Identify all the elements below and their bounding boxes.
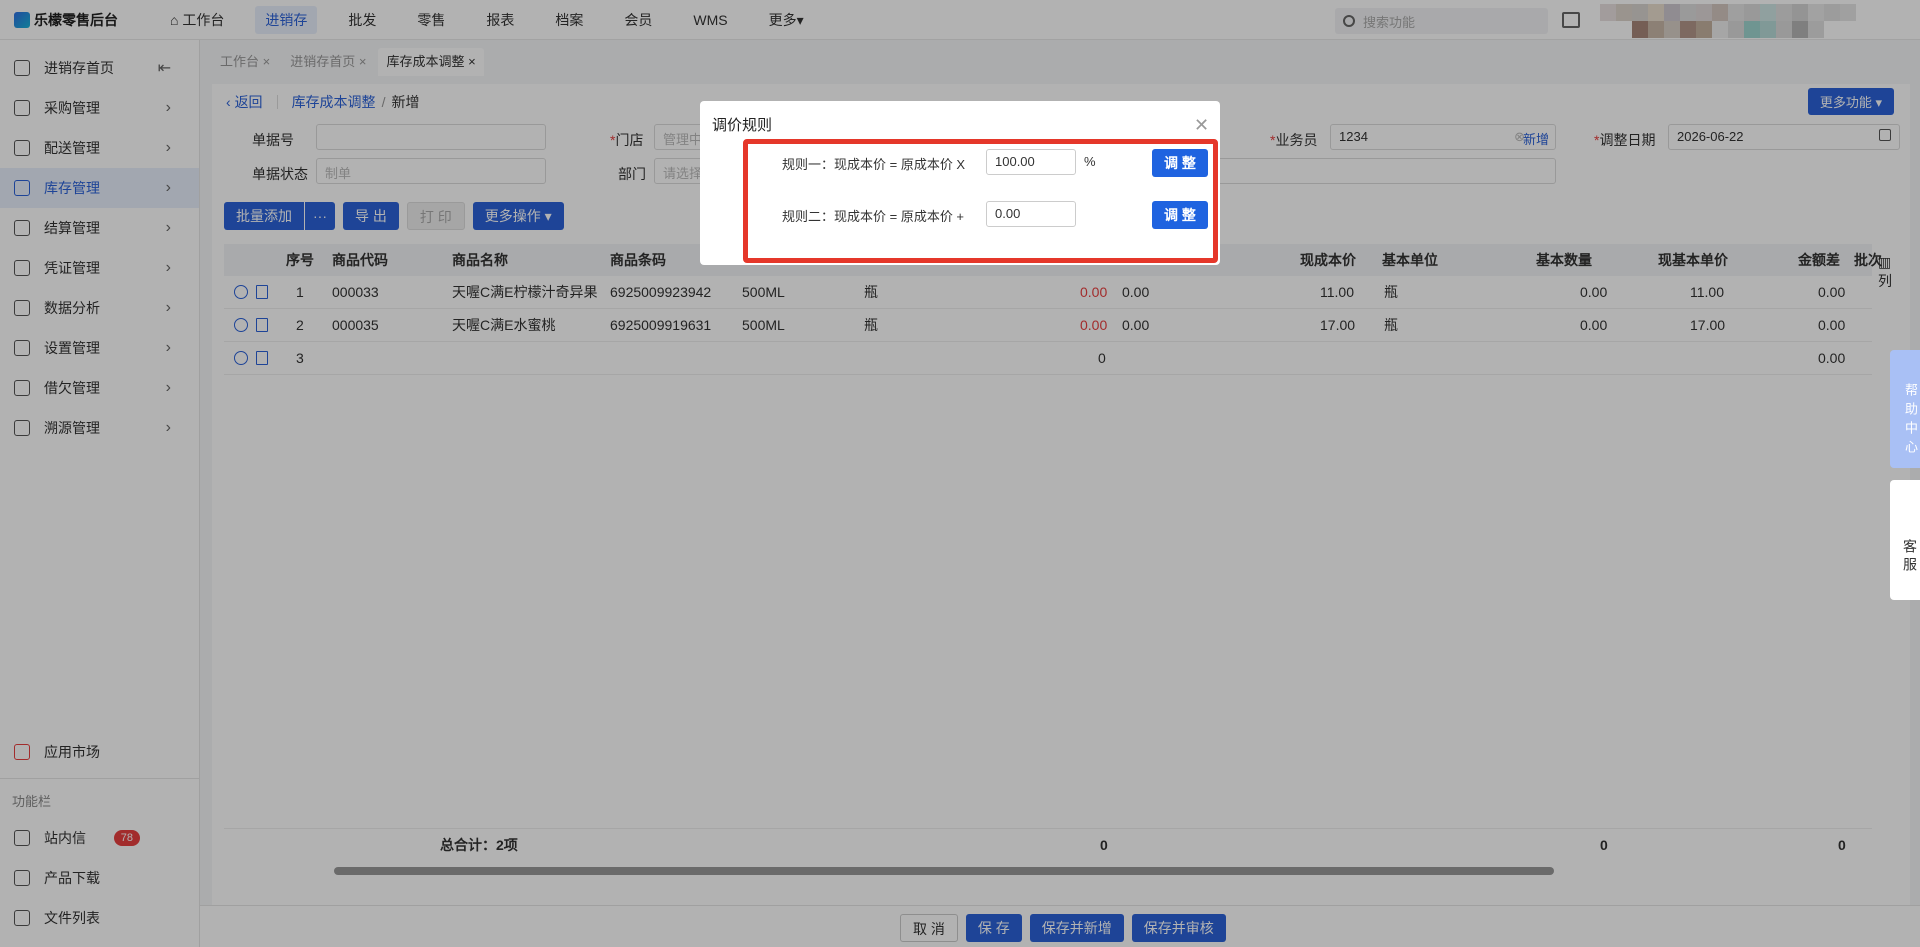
rule-one-input[interactable]: 100.00 (986, 149, 1076, 175)
customer-service-label: 客服 (1902, 539, 1918, 575)
help-center-button[interactable]: 帮助中心 (1890, 350, 1920, 468)
customer-service-button[interactable]: 客服 (1890, 480, 1920, 600)
rule-two-value: 0.00 (995, 206, 1021, 221)
rule-two-input[interactable]: 0.00 (986, 201, 1076, 227)
close-icon[interactable]: ✕ (1194, 115, 1209, 136)
rule-two-text: 规则二：现成本价 = 原成本价 + (782, 209, 965, 224)
rule-two-adjust-button[interactable]: 调 整 (1152, 201, 1208, 229)
rule-one-text: 规则一：现成本价 = 原成本价 X (782, 157, 966, 172)
help-center-label: 帮助中心 (1903, 383, 1918, 459)
rule-one-value: 100.00 (995, 154, 1035, 169)
percent-unit: % (1084, 154, 1096, 169)
rule-one-adjust-button[interactable]: 调 整 (1152, 149, 1208, 177)
dialog-title: 调价规则 (712, 117, 773, 134)
